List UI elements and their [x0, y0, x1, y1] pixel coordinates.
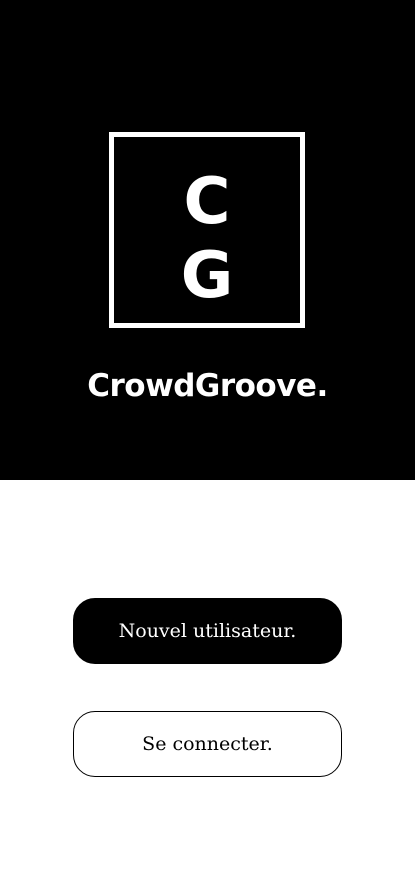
login-button[interactable]: Se connecter. — [73, 711, 342, 777]
new-user-button[interactable]: Nouvel utilisateur. — [73, 598, 342, 664]
logo-letter-g: G — [180, 239, 234, 313]
app-logo: C G — [109, 132, 305, 328]
brand-name: CrowdGroove. — [87, 368, 328, 404]
logo-letter-c: C — [183, 165, 231, 239]
hero-banner: C G CrowdGroove. — [0, 0, 415, 480]
